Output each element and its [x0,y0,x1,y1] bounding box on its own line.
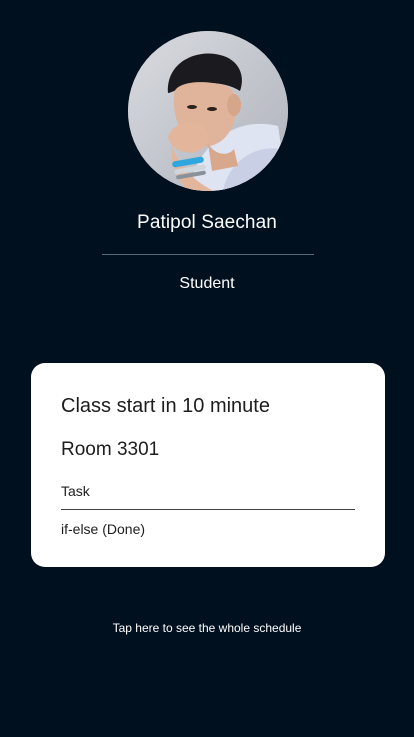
task-item: if-else (Done) [61,521,146,537]
avatar-photo [128,31,288,191]
view-schedule-link[interactable]: Tap here to see the whole schedule [0,621,414,635]
task-label: Task [61,483,90,499]
avatar [128,31,288,191]
profile-name: Patipol Saechan [137,212,277,233]
profile-role: Student [179,275,235,292]
task-divider [61,509,355,510]
class-room: Room 3301 [61,439,160,460]
profile-screen: Patipol Saechan Student Class start in 1… [0,0,414,737]
class-start-headline: Class start in 10 minute [61,395,270,417]
class-card: Class start in 10 minute Room 3301 Task … [31,363,385,567]
profile-divider [102,254,314,255]
